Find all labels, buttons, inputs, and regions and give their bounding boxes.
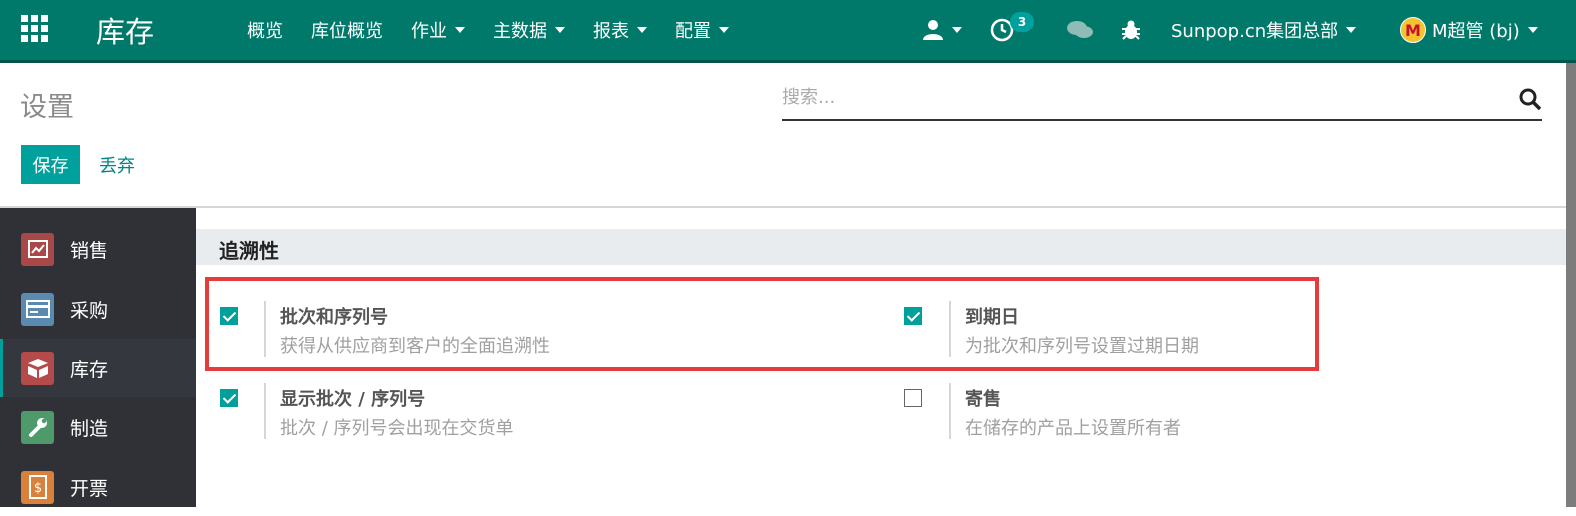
sales-chart-icon [21,232,54,266]
menu-label: 作业 [411,21,447,42]
invoice-document-icon: $ [21,470,54,504]
caret-down-icon [719,27,729,33]
top-navbar: 库存 概览 库位概览 作业 主数据 报表 配置 3 Sunpop.cn集团总部 … [0,0,1576,63]
section-title: 追溯性 [219,239,279,263]
consignment-checkbox[interactable] [904,389,922,407]
search-icon[interactable] [1518,87,1542,111]
menu-label: 概览 [247,21,283,42]
sidebar-item-label: 开票 [70,477,109,500]
app-brand[interactable]: 库存 [96,9,154,51]
menu-master-data[interactable]: 主数据 [493,17,565,43]
manufacturing-wrench-icon [21,410,54,444]
debug-bug-icon[interactable] [1120,0,1142,60]
caret-down-icon [555,27,565,33]
control-panel: 设置 保存 丢弃 [0,63,1566,208]
menu-label: 库位概览 [311,21,383,42]
sidebar-item-label: 销售 [70,239,109,262]
page-title: 设置 [20,92,74,123]
menu-label: 报表 [593,21,629,42]
search-input[interactable] [782,83,1482,112]
company-name: Sunpop.cn集团总部 [1171,21,1339,42]
settings-content: 追溯性 批次和序列号 获得从供应商到客户的全面追溯性 到期日 为批次和序列号设置… [196,208,1566,507]
menu-location-overview[interactable]: 库位概览 [311,17,383,43]
setting-divider [949,383,951,439]
sidebar-item-manufacturing[interactable]: 制造 [0,398,196,456]
svg-text:$: $ [33,481,41,496]
user-switcher[interactable]: M M超管 (bj) [1400,0,1538,60]
save-button[interactable]: 保存 [21,145,80,184]
user-name: M超管 (bj) [1432,21,1520,42]
inventory-box-icon [21,351,54,385]
setting-divider [264,383,266,439]
discard-button[interactable]: 丢弃 [99,152,135,178]
chat-bubbles-icon[interactable] [1066,0,1094,60]
setting-title: 寄售 [965,389,1001,410]
sidebar-item-purchase[interactable]: 采购 [0,280,196,338]
search-bar [782,83,1542,121]
setting-title: 显示批次 / 序列号 [280,389,426,410]
company-switcher[interactable]: Sunpop.cn集团总部 [1171,0,1357,60]
sidebar-item-label: 制造 [70,417,109,440]
sidebar-item-label: 库存 [70,358,109,381]
caret-down-icon [1527,27,1538,33]
menu-label: 配置 [675,21,711,42]
apps-grid-icon[interactable] [21,15,48,42]
settings-sidebar: 销售 采购 库存 制造 $ 开票 [0,208,199,507]
menu-label: 主数据 [493,21,547,42]
setting-description: 在储存的产品上设置所有者 [965,418,1181,439]
main-menu: 概览 库位概览 作业 主数据 报表 配置 [247,0,729,60]
sidebar-item-invoicing[interactable]: $ 开票 [0,458,196,516]
sidebar-item-label: 采购 [70,299,109,322]
display-lots-serial-checkbox[interactable] [220,389,238,407]
caret-down-icon [637,27,647,33]
sidebar-item-inventory[interactable]: 库存 [0,339,199,397]
menu-reports[interactable]: 报表 [593,17,647,43]
scrollbar-edge[interactable] [1566,63,1576,507]
user-avatar-icon: M [1400,17,1426,43]
setting-description: 批次 / 序列号会出现在交货单 [280,418,514,439]
menu-overview[interactable]: 概览 [247,17,283,43]
caret-down-icon [455,27,465,33]
caret-down-icon [1346,27,1357,33]
highlight-box [205,277,1319,371]
activity-count-badge: 3 [1010,12,1034,32]
menu-operations[interactable]: 作业 [411,17,465,43]
sidebar-item-sales[interactable]: 销售 [0,220,196,278]
activity-clock-icon[interactable] [990,0,1014,60]
caret-down-icon [952,27,962,33]
menu-configuration[interactable]: 配置 [675,17,729,43]
section-header: 追溯性 [196,229,1566,265]
purchase-card-icon [21,292,54,326]
user-menu-icon[interactable] [922,0,962,60]
